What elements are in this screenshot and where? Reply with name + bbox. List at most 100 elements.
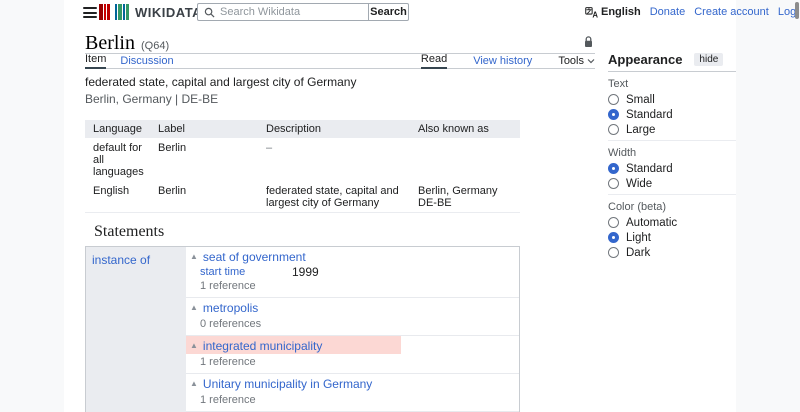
statement-value-link[interactable]: metropolis bbox=[203, 301, 258, 315]
radio-icon[interactable] bbox=[608, 163, 619, 174]
lock-icon bbox=[584, 35, 593, 53]
section-label-color: Color (beta) bbox=[608, 201, 667, 213]
cell-language: English bbox=[93, 185, 130, 197]
search-button[interactable]: Search bbox=[369, 3, 409, 21]
radio-color-light[interactable]: Light bbox=[608, 232, 736, 244]
table-row: default for all languages Berlin – bbox=[85, 138, 520, 181]
col-language: Language bbox=[85, 120, 150, 138]
language-label: English bbox=[601, 6, 641, 18]
appearance-header: Appearance hide bbox=[608, 51, 736, 67]
main-snak: ▲ seat of government bbox=[186, 247, 519, 265]
radio-label: Automatic bbox=[626, 216, 678, 229]
language-selector[interactable]: A English bbox=[585, 6, 641, 18]
cell-label: Berlin bbox=[158, 185, 187, 197]
search-input[interactable] bbox=[220, 6, 362, 18]
tab-item[interactable]: Item bbox=[85, 53, 107, 69]
menu-icon[interactable] bbox=[83, 7, 97, 18]
terms-header-row: Language Label Description Also known as bbox=[85, 120, 520, 138]
main-snak: ▲ metropolis bbox=[186, 298, 519, 316]
claims-list: ▲ seat of government start time 1999 1 r… bbox=[186, 247, 519, 412]
radio-color-dark[interactable]: Dark bbox=[608, 246, 736, 259]
statement-group: instance of ▲ seat of government start t… bbox=[85, 246, 520, 412]
tab-view-history[interactable]: View history bbox=[473, 55, 532, 69]
tab-read[interactable]: Read bbox=[420, 53, 448, 69]
page-title: Berlin bbox=[85, 32, 135, 54]
appearance-title: Appearance bbox=[608, 51, 683, 67]
wikidata-wordmark: WIKIDATA bbox=[135, 4, 203, 20]
radio-width-standard[interactable]: Standard bbox=[608, 162, 736, 175]
radio-icon[interactable] bbox=[608, 124, 619, 135]
radio-text-small[interactable]: Small bbox=[608, 94, 736, 106]
statement: ▲ integrated municipality 1 reference bbox=[186, 336, 519, 374]
tab-discussion[interactable]: Discussion bbox=[120, 55, 173, 69]
rank-caret-icon[interactable]: ▲ bbox=[190, 379, 198, 388]
divider bbox=[608, 140, 736, 141]
references-toggle[interactable]: 0 references bbox=[200, 318, 519, 330]
search-field[interactable] bbox=[197, 3, 369, 21]
col-label: Label bbox=[150, 120, 258, 138]
scrollbar[interactable] bbox=[794, 0, 800, 412]
scrollbar-thumb[interactable] bbox=[795, 2, 799, 19]
rank-caret-icon[interactable]: ▲ bbox=[190, 341, 198, 350]
radio-label: Large bbox=[626, 123, 656, 136]
svg-text:A: A bbox=[592, 10, 598, 18]
wikidata-page: WIKIDATA Search A Engl bbox=[0, 0, 800, 412]
radio-color-automatic[interactable]: Automatic bbox=[608, 216, 736, 229]
tab-tools[interactable]: Tools bbox=[558, 55, 595, 69]
hide-button[interactable]: hide bbox=[694, 52, 724, 66]
chevron-down-icon bbox=[587, 59, 595, 64]
statement: ▲ metropolis 0 references bbox=[186, 298, 519, 336]
col-also-known-as: Also known as bbox=[410, 120, 520, 138]
radio-icon[interactable] bbox=[608, 247, 619, 258]
radio-width-wide[interactable]: Wide bbox=[608, 178, 736, 190]
entity-aliases: Berlin, Germany | DE-BE bbox=[85, 92, 219, 106]
main-snak-highlighted: ▲ integrated municipality bbox=[186, 336, 401, 354]
property-link[interactable]: instance of bbox=[92, 253, 150, 267]
table-row: English Berlin federated state, capital … bbox=[85, 181, 520, 213]
search-icon bbox=[204, 7, 215, 18]
search-bar: Search bbox=[197, 3, 409, 21]
rank-caret-icon[interactable]: ▲ bbox=[190, 303, 198, 312]
cell-also-known-as bbox=[410, 138, 520, 181]
alias-line: Berlin, Germany bbox=[418, 185, 498, 197]
wikidata-logo[interactable]: WIKIDATA bbox=[99, 4, 202, 20]
references-toggle[interactable]: 1 reference bbox=[200, 356, 519, 368]
donate-link[interactable]: Donate bbox=[650, 6, 685, 18]
cell-label: Berlin bbox=[158, 142, 187, 154]
statement-value-link[interactable]: integrated municipality bbox=[203, 339, 322, 353]
view-tabs: Read View history Tools bbox=[420, 53, 595, 69]
radio-label: Dark bbox=[626, 246, 651, 259]
radio-icon[interactable] bbox=[608, 94, 619, 105]
qualifier-value: 1999 bbox=[292, 264, 319, 279]
rank-caret-icon[interactable]: ▲ bbox=[190, 252, 198, 261]
article: Berlin (Q64) Item Discussion Read View hi… bbox=[85, 32, 595, 412]
main-snak: ▲ Unitary municipality in Germany bbox=[186, 374, 519, 392]
statements-heading: Statements bbox=[94, 223, 165, 240]
col-description: Description bbox=[258, 120, 410, 138]
radio-icon[interactable] bbox=[608, 178, 619, 189]
tools-label: Tools bbox=[558, 55, 584, 67]
radio-text-standard[interactable]: Standard bbox=[608, 109, 736, 121]
qualifier-property-link[interactable]: start time bbox=[200, 266, 292, 278]
divider bbox=[608, 194, 736, 195]
radio-icon[interactable] bbox=[608, 232, 619, 243]
references-toggle[interactable]: 1 reference bbox=[200, 394, 519, 406]
property-cell: instance of bbox=[86, 247, 186, 412]
section-label-width: Width bbox=[608, 147, 637, 159]
radio-text-large[interactable]: Large bbox=[608, 123, 736, 136]
statement-value-link[interactable]: seat of government bbox=[203, 250, 306, 264]
cell-language: default for all languages bbox=[93, 142, 144, 178]
radio-label: Standard bbox=[626, 162, 673, 175]
radio-icon[interactable] bbox=[608, 109, 619, 120]
statement-value-link[interactable]: Unitary municipality in Germany bbox=[203, 377, 372, 391]
wikidata-logo-icon bbox=[99, 4, 129, 20]
page-tabs: Item Discussion Read View history Tools bbox=[85, 53, 595, 69]
terms-table: Language Label Description Also known as… bbox=[85, 120, 520, 213]
radio-icon[interactable] bbox=[608, 217, 619, 228]
create-account-link[interactable]: Create account bbox=[694, 6, 769, 18]
cell-description: federated state, capital and largest cit… bbox=[266, 185, 399, 209]
main-content: WIKIDATA Search A Engl bbox=[64, 0, 800, 412]
references-toggle[interactable]: 1 reference bbox=[200, 280, 519, 292]
section-label-text: Text bbox=[608, 78, 629, 90]
entity-id: (Q64) bbox=[141, 40, 170, 52]
